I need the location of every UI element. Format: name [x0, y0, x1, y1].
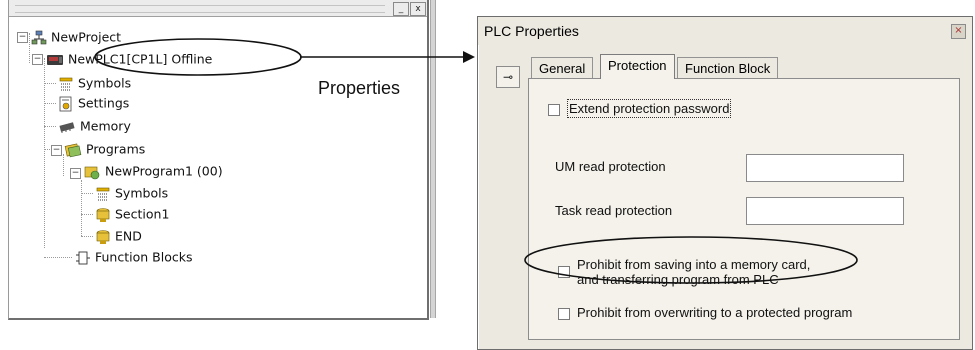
properties-arrow-head: [463, 51, 475, 63]
prohibit-saving-highlight-ellipse: [524, 236, 858, 284]
annotation-overlay: [94, 38, 858, 284]
plc-node-highlight-ellipse: [94, 38, 302, 76]
tab-protection[interactable]: Protection: [600, 54, 675, 79]
